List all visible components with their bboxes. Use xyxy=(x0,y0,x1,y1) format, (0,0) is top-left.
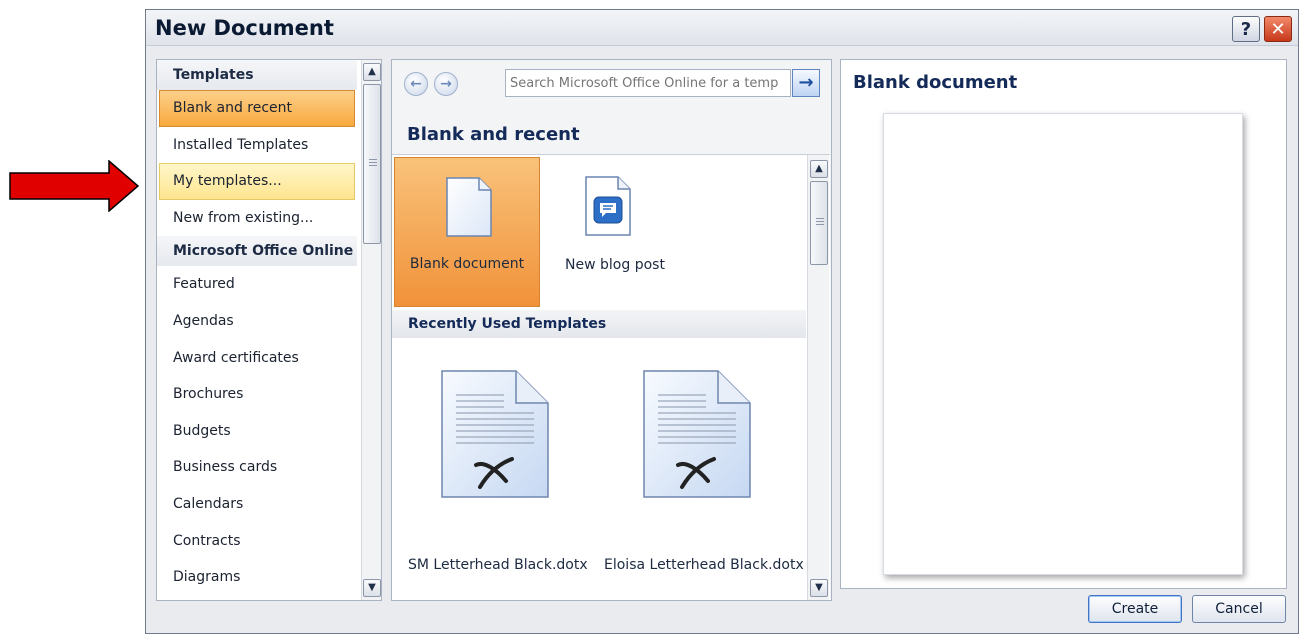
category-brochures[interactable]: Brochures xyxy=(157,376,357,413)
scroll-down-icon[interactable]: ▼ xyxy=(810,579,828,597)
preview-title: Blank document xyxy=(853,72,1018,93)
dialog-title: New Document xyxy=(155,16,334,40)
category-my-templates[interactable]: My templates... xyxy=(159,163,355,200)
help-button[interactable]: ? xyxy=(1232,16,1260,42)
category-list: Templates Blank and recent Installed Tem… xyxy=(157,60,357,596)
category-blank-and-recent[interactable]: Blank and recent xyxy=(159,90,355,127)
category-new-from-existing[interactable]: New from existing... xyxy=(157,200,357,237)
document-preview xyxy=(883,113,1243,575)
category-award-certificates[interactable]: Award certificates xyxy=(157,340,357,377)
templates-header: Templates xyxy=(157,60,357,90)
category-agendas[interactable]: Agendas xyxy=(157,303,357,340)
tile-blank-document[interactable]: Blank document xyxy=(394,157,540,307)
close-button[interactable]: ✕ xyxy=(1264,16,1292,42)
category-budgets[interactable]: Budgets xyxy=(157,413,357,450)
templates-list: Blank document New blog post Recently Us… xyxy=(392,154,830,600)
tile-label: Blank document xyxy=(409,256,525,272)
category-installed-templates[interactable]: Installed Templates xyxy=(157,127,357,164)
category-calendars[interactable]: Calendars xyxy=(157,486,357,523)
scrollbar-thumb[interactable] xyxy=(363,84,381,244)
search-input[interactable] xyxy=(505,69,791,97)
categories-scrollbar[interactable]: ▲ ▼ xyxy=(361,60,381,600)
scroll-up-icon[interactable]: ▲ xyxy=(363,63,381,81)
blank-document-icon xyxy=(446,177,492,237)
office-online-header: Microsoft Office Online xyxy=(157,236,357,267)
recent-template-label[interactable]: Eloisa Letterhead Black.dotx xyxy=(604,557,804,573)
category-business-cards[interactable]: Business cards xyxy=(157,449,357,486)
recently-used-header: Recently Used Templates xyxy=(392,310,806,338)
title-bar: New Document ? ✕ xyxy=(146,10,1298,46)
section-title: Blank and recent xyxy=(407,124,580,145)
tile-label: New blog post xyxy=(565,257,665,273)
blog-post-icon xyxy=(585,176,631,236)
template-file-icon[interactable] xyxy=(440,369,550,499)
template-categories-panel: Templates Blank and recent Installed Tem… xyxy=(156,59,382,601)
back-arrow-icon[interactable]: ← xyxy=(404,72,428,96)
template-file-icon[interactable] xyxy=(642,369,752,499)
forward-arrow-icon[interactable]: → xyxy=(434,72,458,96)
category-diagrams[interactable]: Diagrams xyxy=(157,559,357,596)
scroll-down-icon[interactable]: ▼ xyxy=(363,579,381,597)
create-button[interactable]: Create xyxy=(1088,595,1182,623)
new-document-dialog: New Document ? ✕ Templates Blank and rec… xyxy=(145,9,1299,634)
cancel-button[interactable]: Cancel xyxy=(1192,595,1286,623)
annotation-arrow-icon xyxy=(9,160,139,212)
preview-panel: Blank document xyxy=(840,59,1287,589)
category-contracts[interactable]: Contracts xyxy=(157,523,357,560)
tile-new-blog-post[interactable]: New blog post xyxy=(542,157,688,307)
category-featured[interactable]: Featured xyxy=(157,266,357,303)
templates-scrollbar[interactable]: ▲ ▼ xyxy=(807,155,829,600)
scroll-up-icon[interactable]: ▲ xyxy=(810,160,828,178)
scrollbar-thumb[interactable] xyxy=(810,181,828,265)
recent-template-label[interactable]: SM Letterhead Black.dotx xyxy=(408,557,588,573)
search-go-icon[interactable]: → xyxy=(792,69,820,97)
templates-panel: ← → → Blank and recent Blank document xyxy=(391,59,832,601)
